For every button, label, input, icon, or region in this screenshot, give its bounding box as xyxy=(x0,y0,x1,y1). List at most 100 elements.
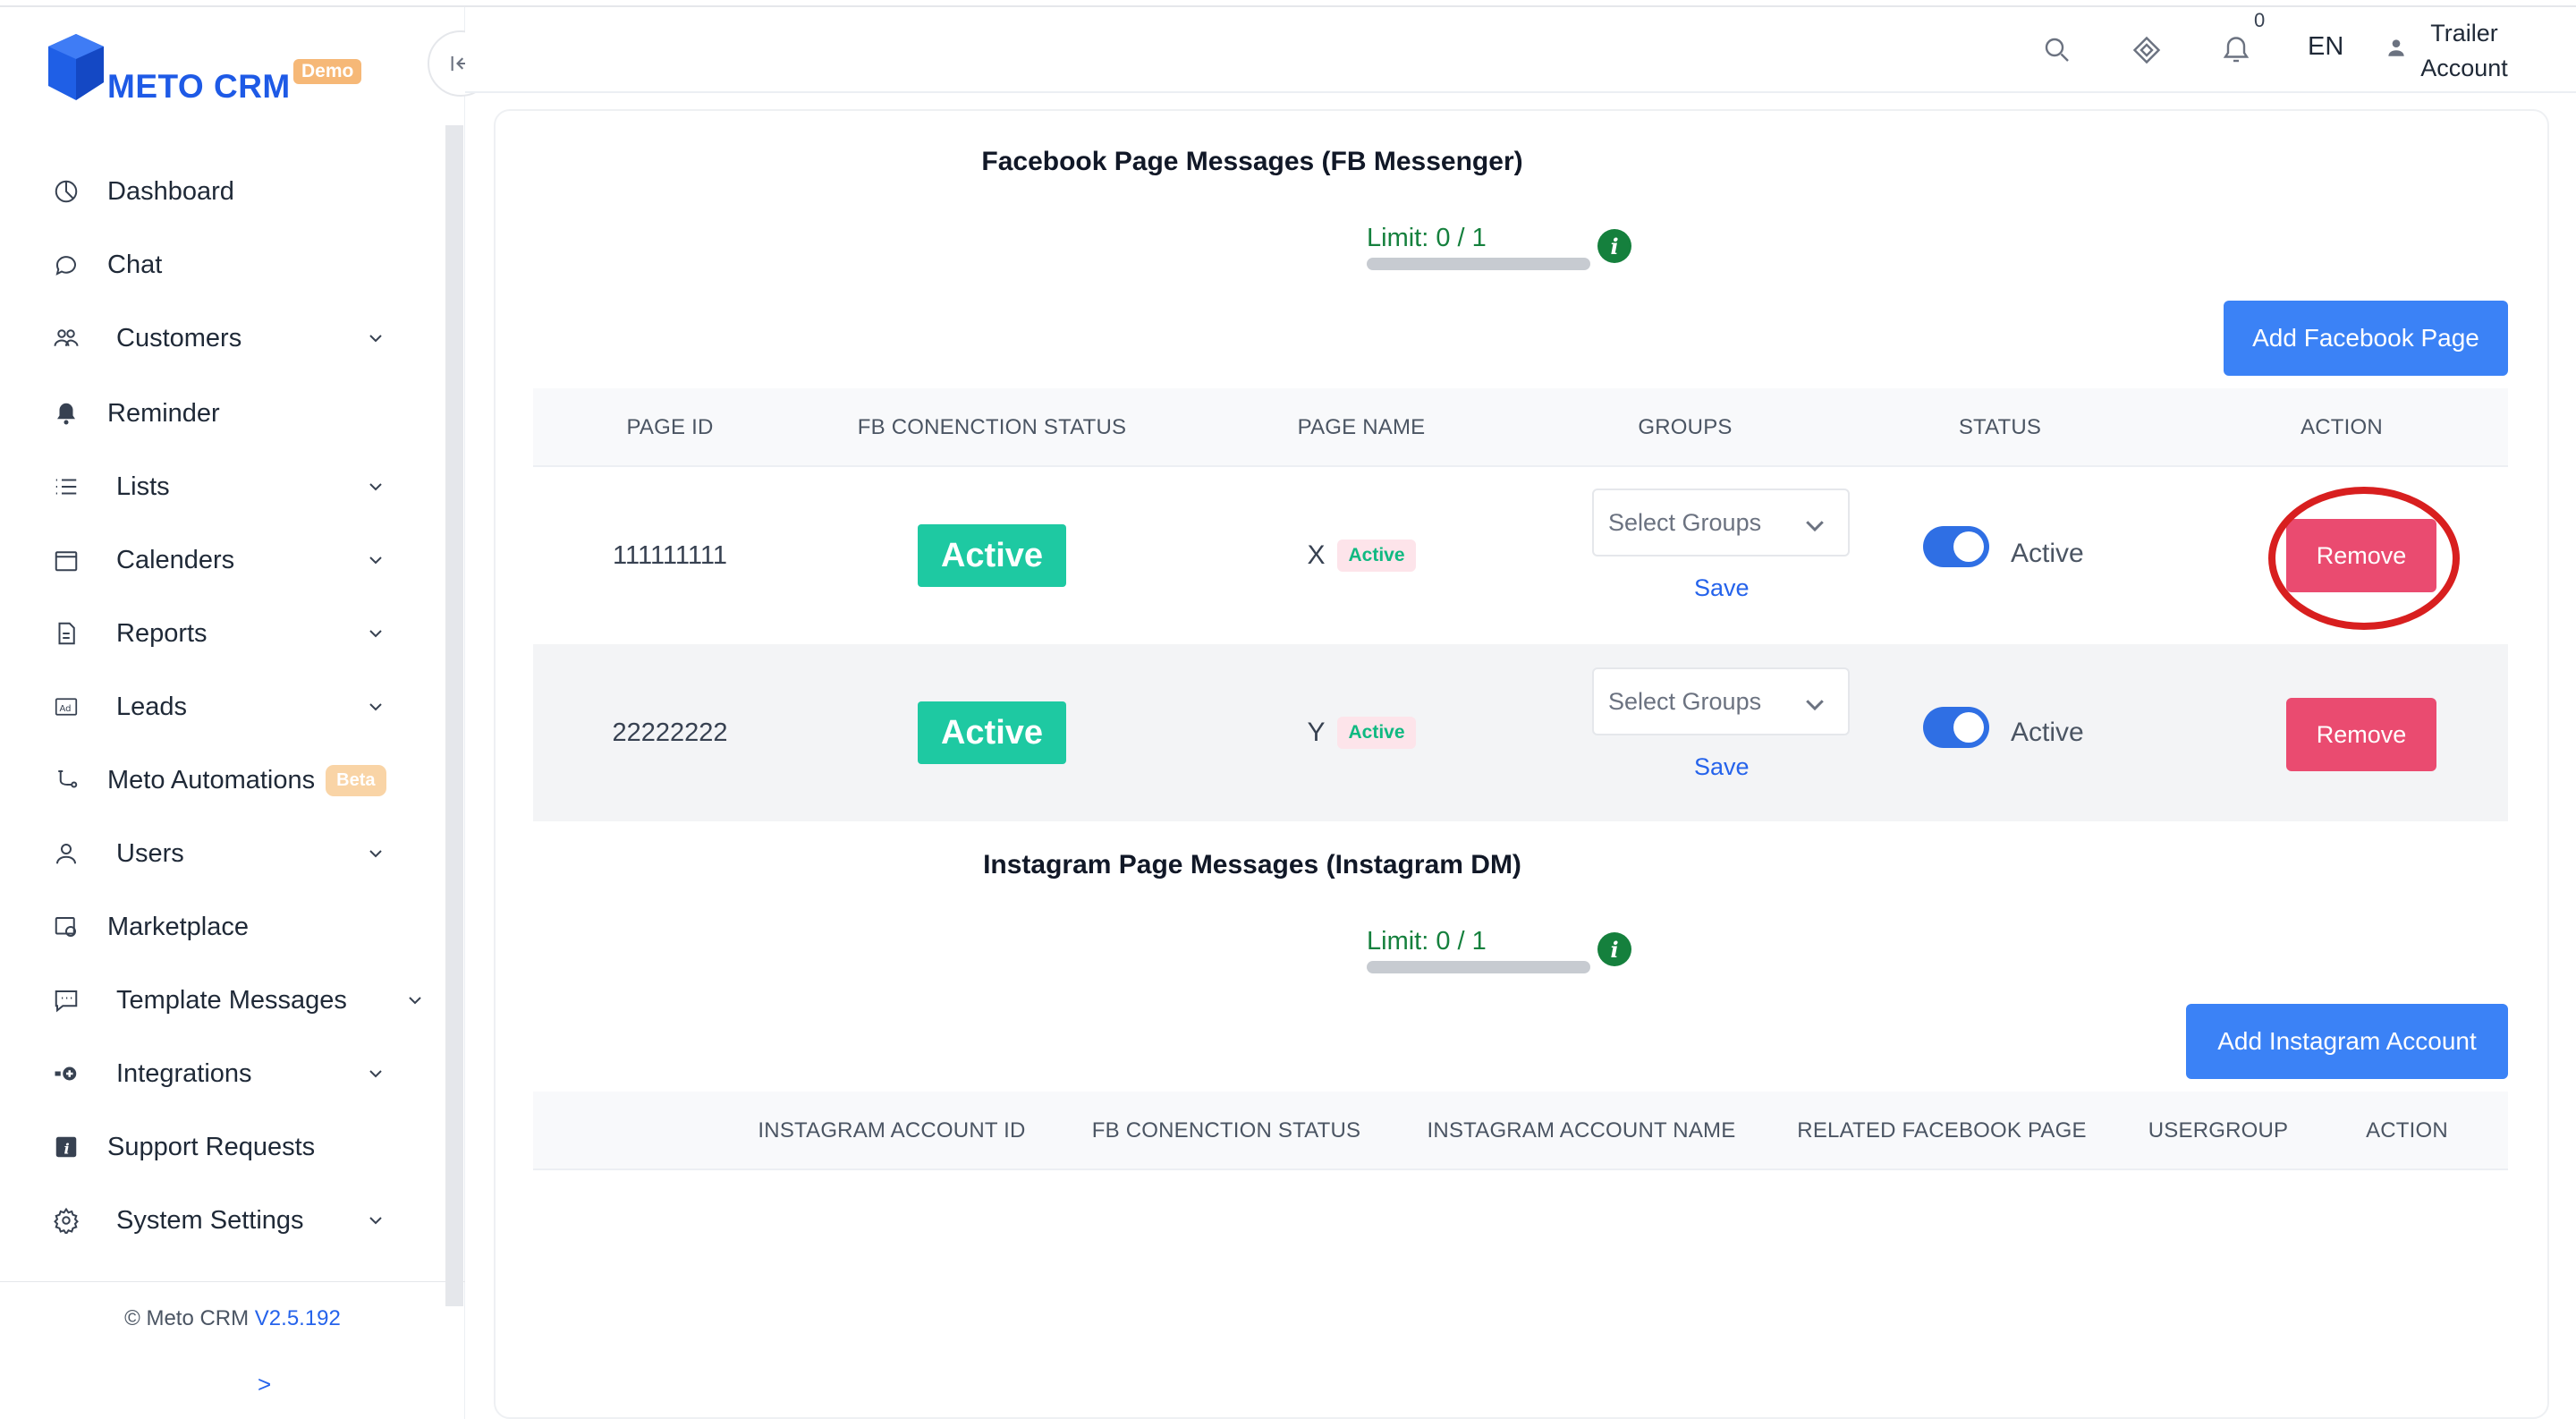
template-icon xyxy=(48,982,84,1018)
chevron-down-icon[interactable] xyxy=(404,990,426,1011)
sidebar-item-label: Lists xyxy=(116,472,170,501)
sidebar-item-dashboard[interactable]: Dashboard xyxy=(48,165,406,218)
instagram-section-title: Instagram Page Messages (Instagram DM) xyxy=(983,850,1521,879)
sidebar-item-marketplace[interactable]: Marketplace xyxy=(48,900,406,954)
instagram-limit-text: Limit: 0 / 1 xyxy=(1367,927,1487,956)
page-id-cell: 22222222 xyxy=(612,718,728,747)
bell-icon xyxy=(48,395,84,431)
save-groups-link[interactable]: Save xyxy=(1694,574,1750,602)
language-selector[interactable]: EN xyxy=(2308,32,2343,62)
sidebar-item-label: Meto Automations xyxy=(107,765,316,794)
sidebar-item-leads[interactable]: Ad Leads xyxy=(48,680,406,734)
copyright: © Meto CRM V2.5.192 xyxy=(0,1306,465,1331)
sidebar-footer-divider xyxy=(0,1281,465,1282)
add-instagram-account-button[interactable]: Add Instagram Account xyxy=(2186,1004,2508,1079)
notification-count: 0 xyxy=(2254,9,2266,31)
facebook-section-title: Facebook Page Messages (FB Messenger) xyxy=(981,147,1523,176)
column-header-status: STATUS xyxy=(1958,415,2042,439)
sidebar-item-users[interactable]: Users xyxy=(48,827,406,880)
chevron-down-icon[interactable] xyxy=(365,327,386,349)
diamond-icon[interactable] xyxy=(2131,34,2163,66)
sidebar-scrollbar[interactable] xyxy=(445,125,463,1306)
page-name: X xyxy=(1307,540,1326,570)
sidebar: METO CRM Demo Dashboard Chat Customers R… xyxy=(0,7,465,1419)
column-header-groups: GROUPS xyxy=(1638,415,1733,439)
column-header-instagram-account-id: INSTAGRAM ACCOUNT ID xyxy=(758,1118,1026,1143)
facebook-table-header: PAGE ID FB CONENCTION STATUS PAGE NAME G… xyxy=(533,388,2508,467)
sidebar-item-template-messages[interactable]: Template Messages xyxy=(48,973,424,1027)
chevron-down-icon[interactable] xyxy=(365,476,386,497)
sidebar-item-label: Chat xyxy=(107,250,163,279)
sidebar-item-integrations[interactable]: Integrations xyxy=(48,1047,406,1100)
beta-badge: Beta xyxy=(326,764,386,796)
notification-bell-icon[interactable] xyxy=(2220,34,2252,66)
select-groups-dropdown[interactable]: Select Groups xyxy=(1592,667,1850,735)
chevron-down-icon[interactable] xyxy=(365,696,386,718)
calendar-icon xyxy=(48,542,84,578)
add-facebook-page-button[interactable]: Add Facebook Page xyxy=(2224,301,2508,376)
sidebar-item-lists[interactable]: Lists xyxy=(48,460,406,514)
ad-icon: Ad xyxy=(48,689,84,725)
instagram-limit-info-icon[interactable]: i xyxy=(1597,932,1631,966)
user-icon xyxy=(48,836,84,871)
connection-status-cell: Active xyxy=(807,644,1177,821)
account-menu[interactable]: Trailer Account xyxy=(2415,16,2513,86)
connection-status-cell: Active xyxy=(807,467,1177,644)
page-status-badge: Active xyxy=(1337,717,1416,749)
sidebar-item-calenders[interactable]: Calenders xyxy=(48,533,406,587)
sidebar-item-label: Dashboard xyxy=(107,176,234,206)
integrations-icon xyxy=(48,1056,84,1092)
sidebar-item-meto-automations[interactable]: Meto Automations Beta xyxy=(48,753,424,807)
sidebar-item-chat[interactable]: Chat xyxy=(48,238,406,292)
chevron-down-icon[interactable] xyxy=(365,843,386,864)
column-header-usergroup: USERGROUP xyxy=(2148,1118,2289,1143)
select-groups-placeholder: Select Groups xyxy=(1608,687,1762,715)
column-header-page-name: PAGE NAME xyxy=(1297,415,1426,439)
sidebar-item-reports[interactable]: Reports xyxy=(48,607,406,660)
search-icon[interactable] xyxy=(2041,34,2073,66)
sidebar-item-label: System Settings xyxy=(116,1205,304,1235)
sidebar-item-customers[interactable]: Customers xyxy=(48,311,406,365)
status-text: Active xyxy=(2011,718,2084,747)
sidebar-item-label: Reminder xyxy=(107,398,220,428)
info-icon: i xyxy=(48,1129,84,1165)
sidebar-item-label: Users xyxy=(116,838,184,868)
status-toggle[interactable] xyxy=(1923,526,1989,567)
sidebar-item-system-settings[interactable]: System Settings xyxy=(48,1194,406,1247)
list-icon xyxy=(48,469,84,505)
chat-icon xyxy=(48,247,84,283)
save-groups-link[interactable]: Save xyxy=(1694,753,1750,781)
account-name-line1: Trailer xyxy=(2430,20,2498,47)
column-header-related-facebook-page: RELATED FACEBOOK PAGE xyxy=(1797,1118,2087,1143)
connection-status-badge: Active xyxy=(917,524,1067,587)
table-row: 111111111 Active X Active Select Groups S… xyxy=(533,467,2508,644)
page-status-badge: Active xyxy=(1337,540,1416,572)
chevron-down-icon[interactable] xyxy=(365,1210,386,1231)
chevron-down-icon[interactable] xyxy=(365,1063,386,1084)
sidebar-expand-button[interactable]: > xyxy=(258,1371,271,1398)
sidebar-item-support-requests[interactable]: i Support Requests xyxy=(48,1120,406,1174)
facebook-limit-progress xyxy=(1367,258,1590,270)
facebook-limit-info-icon[interactable]: i xyxy=(1597,229,1631,263)
page-name-cell: Y Active xyxy=(1177,644,1546,821)
sidebar-item-label: Support Requests xyxy=(107,1132,316,1161)
sidebar-item-label: Reports xyxy=(116,618,208,648)
brand-name: METO CRM xyxy=(107,68,291,105)
sidebar-item-reminder[interactable]: Reminder xyxy=(48,387,406,440)
chevron-down-icon xyxy=(1806,521,1824,532)
sidebar-item-label: Calenders xyxy=(116,545,235,574)
version-link[interactable]: V2.5.192 xyxy=(255,1306,341,1330)
customers-icon xyxy=(48,320,84,356)
chevron-down-icon[interactable] xyxy=(365,549,386,571)
page-id-cell: 111111111 xyxy=(613,540,727,570)
status-toggle[interactable] xyxy=(1923,707,1989,748)
connection-status-badge: Active xyxy=(917,701,1067,764)
instagram-table-header: INSTAGRAM ACCOUNT ID FB CONENCTION STATU… xyxy=(533,1092,2508,1170)
dashboard-icon xyxy=(48,174,84,209)
sidebar-item-label: Leads xyxy=(116,692,188,721)
select-groups-dropdown[interactable]: Select Groups xyxy=(1592,489,1850,557)
chevron-down-icon[interactable] xyxy=(365,623,386,644)
sidebar-item-label: Customers xyxy=(116,323,242,353)
brand-logo[interactable]: METO CRM Demo xyxy=(48,27,370,107)
remove-button[interactable]: Remove xyxy=(2286,698,2436,771)
